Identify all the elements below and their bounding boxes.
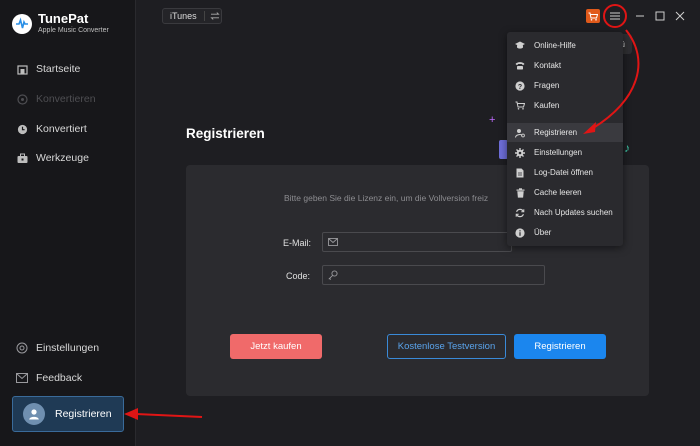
sidebar-pointer-arrowhead [124, 408, 138, 420]
menu-pointer-arrowhead [583, 122, 596, 134]
menu-pointer-arrow [589, 29, 640, 131]
annotation-arrows [124, 29, 640, 420]
sidebar-pointer-arrow [135, 413, 203, 418]
